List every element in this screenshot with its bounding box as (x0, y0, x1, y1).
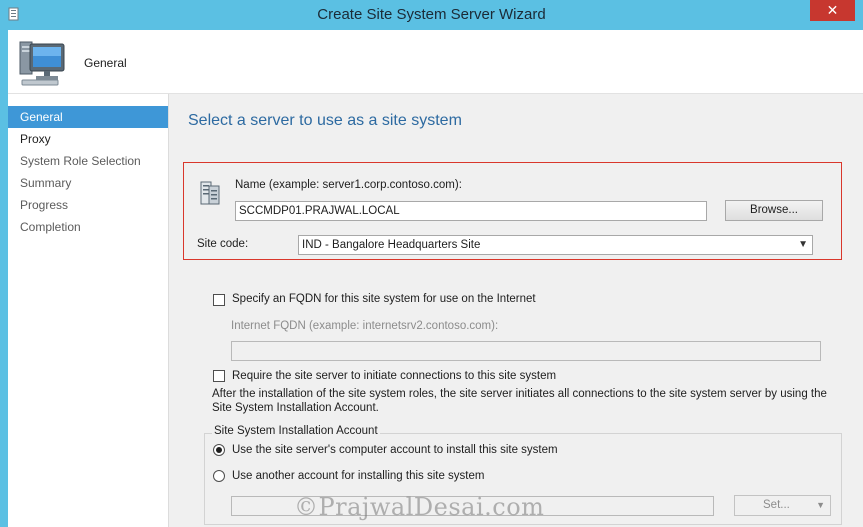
nav-item-general[interactable]: General (8, 106, 168, 128)
site-code-label: Site code: (197, 238, 249, 250)
set-button[interactable]: Set... ▼ (734, 495, 831, 516)
name-label: Name (example: server1.corp.contoso.com)… (235, 179, 462, 191)
require-connection-checkbox[interactable] (213, 370, 225, 382)
internet-fqdn-label: Internet FQDN (example: internetsrv2.con… (231, 320, 499, 332)
close-button[interactable]: ✕ (810, 0, 855, 21)
another-account-radio-label[interactable]: Use another account for installing this … (232, 470, 484, 482)
nav-item-completion[interactable]: Completion (8, 216, 168, 238)
watermark: ©PrajwalDesai.com (294, 493, 545, 521)
nav-item-progress[interactable]: Progress (8, 194, 168, 216)
description-text: After the installation of the site syste… (212, 388, 827, 414)
chevron-down-icon: ▼ (798, 239, 808, 250)
wizard-frame: General General Proxy System Role Select… (8, 30, 863, 527)
close-icon: ✕ (826, 2, 839, 18)
wizard-nav: General Proxy System Role Selection Summ… (8, 106, 168, 527)
browse-button[interactable]: Browse... (725, 200, 823, 221)
computer-account-radio-label[interactable]: Use the site server's computer account t… (232, 444, 558, 456)
nav-item-summary[interactable]: Summary (8, 172, 168, 194)
computer-icon (19, 41, 65, 86)
server-name-input[interactable]: SCCMDP01.PRAJWAL.LOCAL (235, 201, 707, 221)
chevron-down-icon: ▼ (816, 500, 825, 510)
wizard-header: General (8, 30, 863, 94)
server-icon (200, 181, 220, 205)
computer-account-radio[interactable] (213, 444, 225, 456)
set-button-label: Set... (763, 499, 790, 511)
content-pane: Select a server to use as a site system … (168, 94, 863, 527)
header-title: General (84, 56, 127, 70)
title-bar: Create Site System Server Wizard ✕ (0, 0, 863, 30)
another-account-radio[interactable] (213, 470, 225, 482)
site-code-select[interactable]: IND - Bangalore Headquarters Site ▼ (298, 235, 813, 255)
internet-fqdn-input[interactable] (231, 341, 821, 361)
nav-item-system-role-selection[interactable]: System Role Selection (8, 150, 168, 172)
nav-item-proxy[interactable]: Proxy (8, 128, 168, 150)
fqdn-checkbox[interactable] (213, 294, 225, 306)
highlight-box: Name (example: server1.corp.contoso.com)… (183, 162, 842, 260)
site-code-value: IND - Bangalore Headquarters Site (302, 239, 481, 251)
installation-account-group-title: Site System Installation Account (212, 425, 380, 437)
fqdn-checkbox-label[interactable]: Specify an FQDN for this site system for… (232, 293, 536, 305)
require-connection-label[interactable]: Require the site server to initiate conn… (232, 370, 556, 382)
window-title: Create Site System Server Wizard (317, 6, 546, 23)
page-title: Select a server to use as a site system (188, 112, 462, 129)
